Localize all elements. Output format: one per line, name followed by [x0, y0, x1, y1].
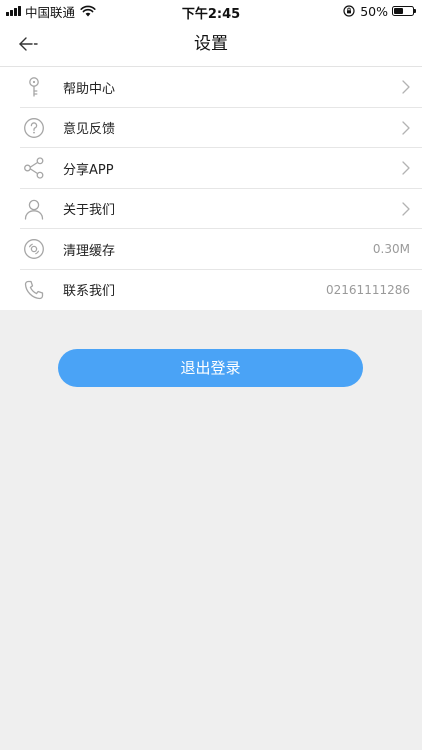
settings-item-label: 帮助中心 — [63, 81, 116, 97]
status-right: 50% — [343, 3, 416, 19]
battery-percent: 50% — [360, 3, 388, 19]
settings-item-label: 分享APP — [63, 162, 114, 178]
phone-icon — [24, 280, 44, 299]
settings-item-help-center[interactable]: 帮助中心 — [0, 67, 422, 108]
settings-list: 帮助中心 意见反馈 分享APP 关于我们 清理缓存 0.30M 联系我们 021… — [0, 67, 422, 310]
chevron-right-icon — [402, 80, 410, 94]
key-icon — [29, 77, 39, 97]
nav-bar: 设置 — [0, 22, 422, 67]
settings-item-label: 清理缓存 — [63, 243, 116, 259]
settings-item-label: 意见反馈 — [63, 122, 116, 138]
settings-item-share-app[interactable]: 分享APP — [0, 148, 422, 189]
contact-phone-value: 02161111286 — [326, 282, 410, 297]
settings-item-about-us[interactable]: 关于我们 — [0, 189, 422, 230]
page-title: 设置 — [194, 34, 228, 54]
chevron-right-icon — [402, 202, 410, 216]
share-icon — [24, 157, 44, 179]
settings-item-clear-cache[interactable]: 清理缓存 0.30M — [0, 229, 422, 270]
settings-item-feedback[interactable]: 意见反馈 — [0, 108, 422, 149]
battery-icon — [392, 6, 416, 16]
settings-item-label: 联系我们 — [63, 284, 116, 300]
logout-button[interactable]: 退出登录 — [58, 349, 363, 387]
settings-item-contact-us[interactable]: 联系我们 02161111286 — [0, 270, 422, 311]
rotation-lock-icon — [343, 5, 355, 17]
chevron-right-icon — [402, 121, 410, 135]
person-icon — [24, 199, 44, 220]
question-circle-icon — [24, 117, 44, 138]
chevron-right-icon — [402, 161, 410, 175]
status-bar: 中国联通 下午2:45 50% — [0, 0, 422, 22]
settings-item-label: 关于我们 — [63, 203, 116, 219]
cache-size-value: 0.30M — [372, 242, 410, 257]
battery-fill — [394, 8, 403, 14]
disc-icon — [24, 239, 44, 260]
